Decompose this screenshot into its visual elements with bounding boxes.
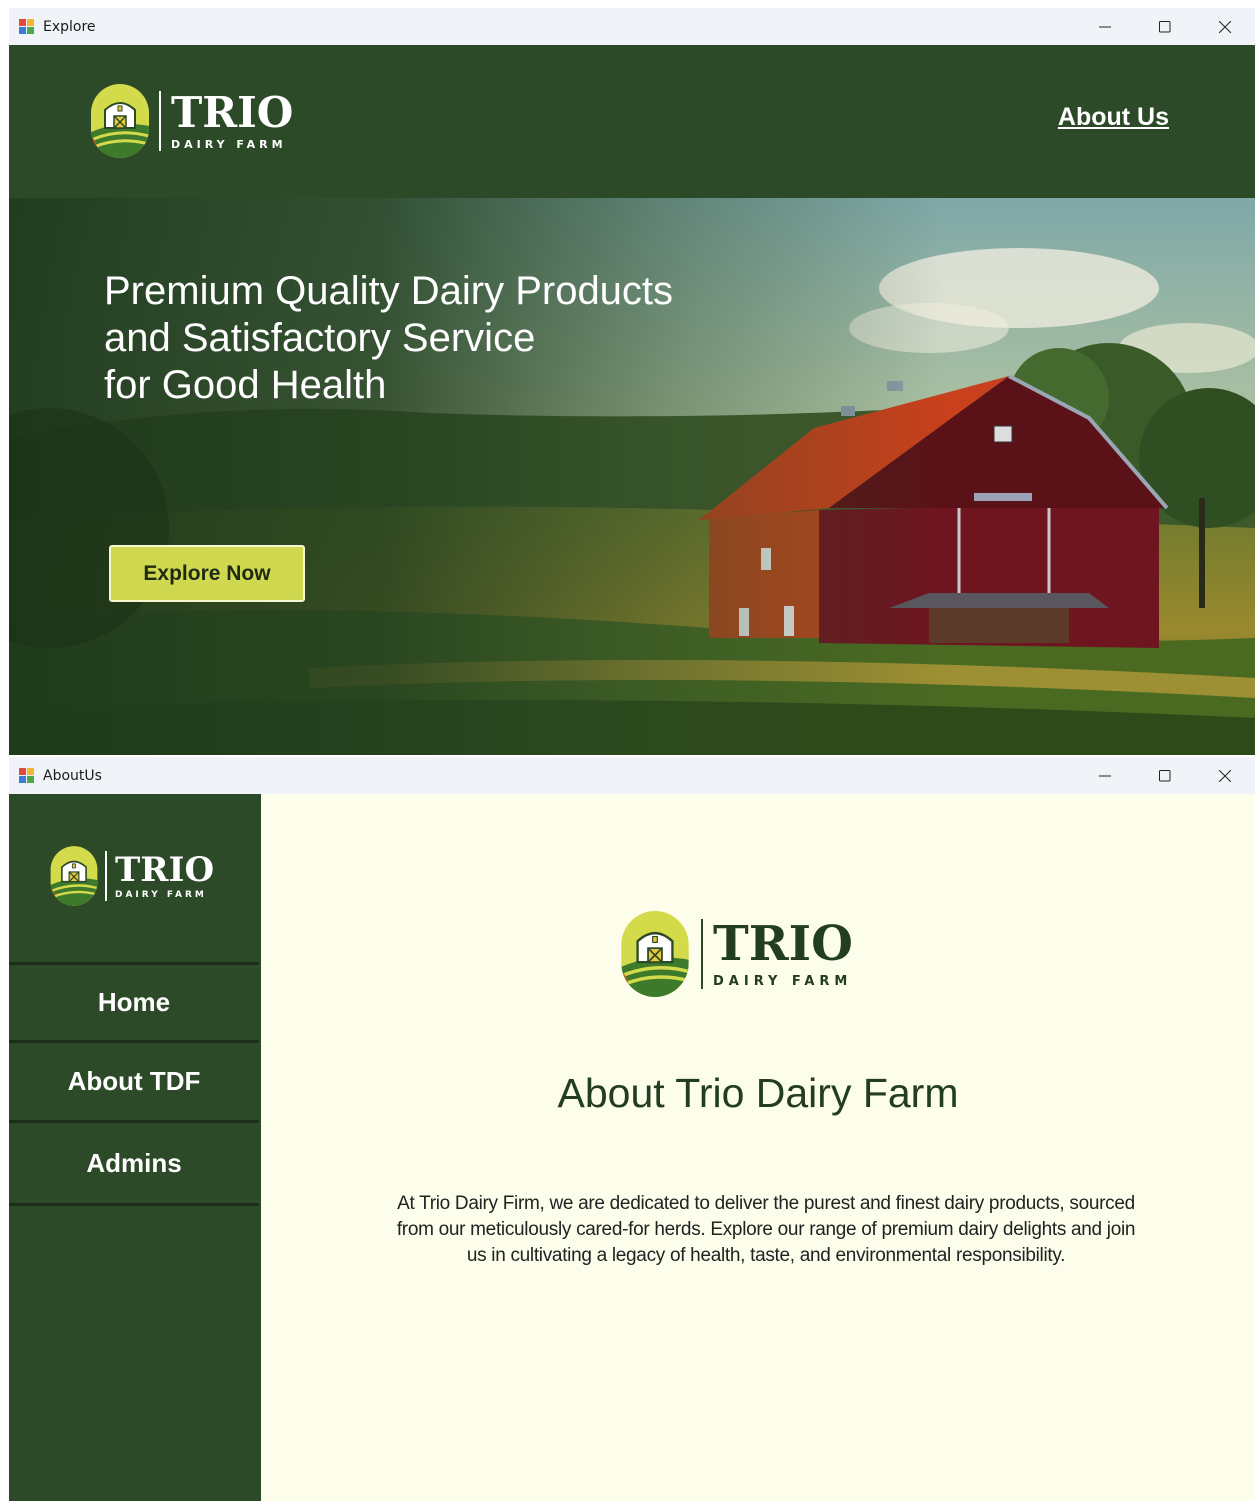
brand-wordmark: TRIO xyxy=(115,849,215,890)
explore-window: Explore TRIO DAIRY FARM About Us Premium… xyxy=(9,8,1255,755)
close-icon[interactable] xyxy=(1195,8,1255,45)
about-description: At Trio Dairy Firm, we are dedicated to … xyxy=(396,1193,1136,1266)
sidebar-item-home[interactable]: Home xyxy=(9,965,259,1040)
brand-wordmark: TRIO xyxy=(713,915,853,972)
hero-banner: Premium Quality Dairy Products and Satis… xyxy=(9,198,1255,755)
barn-logo-icon xyxy=(621,911,689,997)
about-us-link[interactable]: About Us xyxy=(1058,103,1169,132)
sidebar-item-about-tdf[interactable]: About TDF xyxy=(9,1043,259,1120)
brand-subtitle: DAIRY FARM xyxy=(171,137,287,151)
headline-line-2: and Satisfactory Service xyxy=(104,316,536,360)
sidebar-logo[interactable]: TRIO DAIRY FARM xyxy=(49,844,214,908)
sidebar: TRIO DAIRY FARM Home About TDF Admins xyxy=(9,794,261,1501)
barn-logo-icon xyxy=(91,84,149,158)
hero-headline: Premium Quality Dairy Products and Satis… xyxy=(104,268,673,409)
window-title: Explore xyxy=(43,18,96,35)
page-title: About Trio Dairy Farm xyxy=(557,1070,959,1116)
about-window: AboutUs TRIO DAIRY FARM Home About TDF A… xyxy=(9,757,1255,1501)
minimize-icon[interactable] xyxy=(1075,757,1135,794)
title-bar[interactable]: AboutUs xyxy=(9,757,1255,794)
brand-logo[interactable]: TRIO DAIRY FARM xyxy=(89,82,293,160)
title-bar[interactable]: Explore xyxy=(9,8,1255,45)
brand-subtitle: DAIRY FARM xyxy=(115,889,207,900)
app-icon xyxy=(19,767,35,784)
window-title: AboutUs xyxy=(43,767,102,784)
close-icon[interactable] xyxy=(1195,757,1255,794)
content-logo: TRIO DAIRY FARM xyxy=(619,906,853,1002)
explore-now-button[interactable]: Explore Now xyxy=(109,545,305,602)
maximize-icon[interactable] xyxy=(1135,8,1195,45)
brand-subtitle: DAIRY FARM xyxy=(713,973,853,989)
nav-divider xyxy=(9,1203,259,1206)
headline-line-1: Premium Quality Dairy Products xyxy=(104,269,674,313)
site-header: TRIO DAIRY FARM About Us xyxy=(9,45,1255,198)
minimize-icon[interactable] xyxy=(1075,8,1135,45)
about-content: TRIO DAIRY FARM About Trio Dairy Farm At… xyxy=(261,794,1255,1501)
headline-line-3: for Good Health xyxy=(104,363,387,407)
maximize-icon[interactable] xyxy=(1135,757,1195,794)
app-icon xyxy=(19,18,35,35)
sidebar-item-admins[interactable]: Admins xyxy=(9,1123,259,1203)
brand-wordmark: TRIO xyxy=(171,87,294,137)
barn-logo-icon xyxy=(50,846,98,906)
